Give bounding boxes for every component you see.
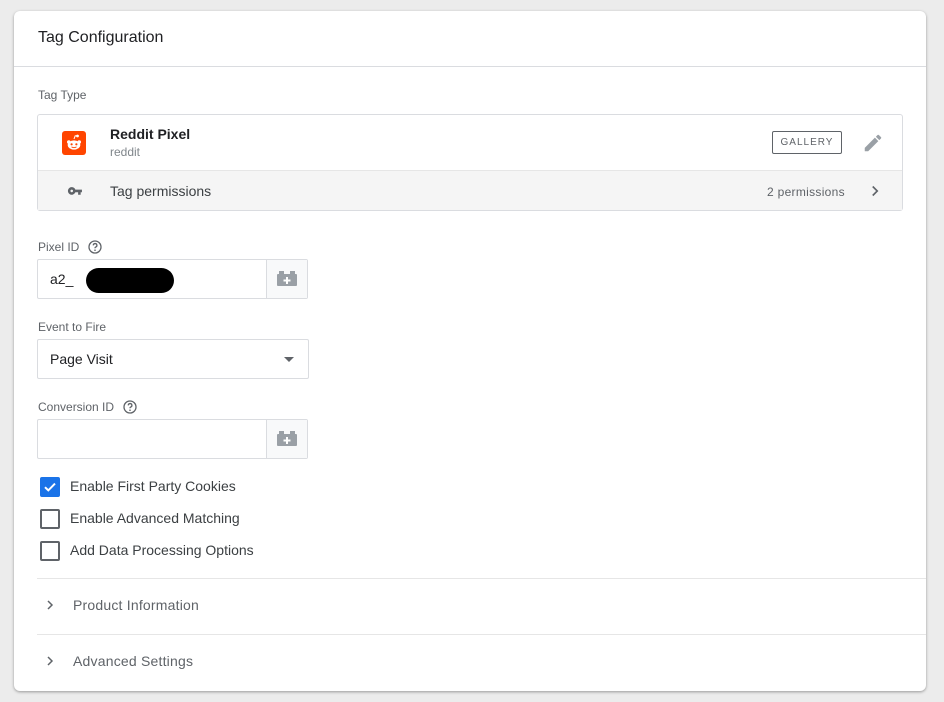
event-select[interactable]: Page Visit: [37, 339, 309, 379]
tag-permissions-row[interactable]: Tag permissions 2 permissions: [38, 171, 902, 210]
card-header: Tag Configuration: [14, 11, 926, 67]
divider: [37, 634, 926, 635]
conversion-id-input[interactable]: [37, 419, 308, 459]
insert-variable-button[interactable]: [266, 420, 307, 458]
pixel-id-input[interactable]: a2_: [37, 259, 308, 299]
insert-variable-button[interactable]: [266, 260, 307, 298]
key-icon: [66, 182, 84, 200]
help-icon[interactable]: [88, 240, 102, 254]
tag-vendor: reddit: [110, 145, 141, 159]
chevron-right-icon: [42, 597, 58, 613]
gallery-badge: GALLERY: [772, 131, 842, 154]
tag-configuration-card: Tag Configuration Tag Type Reddit Pixel …: [14, 11, 926, 691]
chevron-right-icon[interactable]: [866, 182, 884, 200]
event-value: Page Visit: [50, 351, 113, 367]
tag-permissions-label: Tag permissions: [110, 183, 212, 199]
section-advanced-settings[interactable]: Advanced Settings: [37, 641, 926, 681]
pencil-icon[interactable]: [862, 132, 884, 154]
reddit-logo-icon: [62, 131, 86, 155]
caret-down-icon: [284, 357, 294, 362]
chevron-right-icon: [42, 653, 58, 669]
checkbox-unchecked[interactable]: [40, 509, 60, 529]
checkbox-label: Add Data Processing Options: [70, 542, 254, 558]
checkbox-label: Enable Advanced Matching: [70, 510, 240, 526]
conversion-id-label: Conversion ID: [38, 400, 115, 414]
checkbox-checked[interactable]: [40, 477, 60, 497]
tag-name: Reddit Pixel: [110, 126, 191, 142]
section-label: Advanced Settings: [73, 653, 194, 669]
tag-type-label: Tag Type: [38, 88, 87, 102]
card-title: Tag Configuration: [38, 29, 164, 46]
permissions-count: 2 permissions: [767, 185, 845, 199]
help-icon[interactable]: [123, 400, 137, 414]
tag-type-box: Reddit Pixel reddit GALLERY Tag permissi…: [37, 114, 903, 211]
divider: [37, 578, 926, 579]
section-label: Product Information: [73, 597, 199, 613]
variable-block-icon: [277, 431, 297, 446]
checkbox-label: Enable First Party Cookies: [70, 478, 236, 494]
section-product-information[interactable]: Product Information: [37, 585, 926, 625]
pixel-id-value: a2_: [50, 271, 74, 287]
event-label: Event to Fire: [38, 320, 107, 334]
checkbox-unchecked[interactable]: [40, 541, 60, 561]
variable-block-icon: [277, 271, 297, 286]
tag-type-row[interactable]: Reddit Pixel reddit GALLERY: [38, 115, 902, 171]
conversion-id-value: [50, 431, 250, 449]
redacted-mark: [86, 268, 174, 293]
pixel-id-label: Pixel ID: [38, 240, 80, 254]
